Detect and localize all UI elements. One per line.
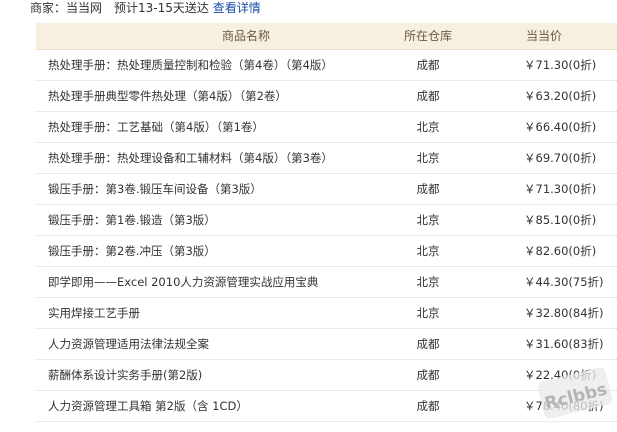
header-warehouse: 所在仓库 [403, 29, 452, 43]
price: ￥31.60(83折) [524, 337, 604, 351]
order-items-table: 商品名称 所在仓库 当当价 热处理手册：热处理质量控制和检验（第4卷）（第4版）… [36, 23, 617, 422]
seller-label: 商家：当当网 [30, 1, 103, 15]
price: ￥63.20(0折) [524, 89, 597, 103]
table-row: 锻压手册：第1卷.锻造（第3版） 北京 ￥85.10(0折) [36, 205, 617, 236]
table-row: 热处理手册典型零件热处理（第4版）（第2卷） 成都 ￥63.20(0折) [36, 81, 617, 112]
price: ￥82.60(0折) [524, 244, 597, 258]
product-name[interactable]: 热处理手册：热处理设备和工辅材料（第4版）（第3卷） [36, 143, 386, 173]
header-product-name: 商品名称 [221, 29, 270, 43]
table-header: 商品名称 所在仓库 当当价 [36, 23, 617, 50]
warehouse: 成都 [416, 368, 440, 382]
product-name[interactable]: 热处理手册：热处理质量控制和检验（第4卷）（第4版） [36, 50, 386, 80]
price: ￥71.30(0折) [524, 182, 597, 196]
product-name[interactable]: 热处理手册：工艺基础（第4版）（第1卷） [36, 112, 386, 142]
table-row: 薪酬体系设计实务手册(第2版) 成都 ￥22.40(0折) [36, 360, 617, 391]
delivery-estimate: 预计13-15天送达 [114, 1, 209, 15]
price: ￥66.40(0折) [524, 120, 597, 134]
view-details-link[interactable]: 查看详情 [213, 1, 261, 15]
warehouse: 成都 [416, 399, 440, 413]
product-name[interactable]: 实用焊接工艺手册 [36, 298, 386, 328]
product-name[interactable]: 锻压手册：第1卷.锻造（第3版） [36, 205, 386, 235]
price: ￥22.40(0折) [524, 368, 597, 382]
table-row: 热处理手册：热处理质量控制和检验（第4卷）（第4版） 成都 ￥71.30(0折) [36, 50, 617, 81]
product-name[interactable]: 薪酬体系设计实务手册(第2版) [36, 360, 386, 390]
price: ￥69.70(0折) [524, 151, 597, 165]
table-row: 锻压手册：第2卷.冲压（第3版） 北京 ￥82.60(0折) [36, 236, 617, 267]
table-row: 即学即用——Excel 2010人力资源管理实战应用宝典 北京 ￥44.30(7… [36, 267, 617, 298]
table-row: 锻压手册：第3卷.锻压车间设备（第3版） 成都 ￥71.30(0折) [36, 174, 617, 205]
table-row: 人力资源管理工具箱 第2版（含 1CD） 成都 ￥78.40(80折) [36, 391, 617, 422]
warehouse: 成都 [416, 89, 440, 103]
warehouse: 北京 [416, 244, 440, 258]
warehouse: 成都 [416, 58, 440, 72]
product-name[interactable]: 热处理手册典型零件热处理（第4版）（第2卷） [36, 81, 386, 111]
product-name[interactable]: 人力资源管理适用法律法规全案 [36, 329, 386, 359]
warehouse: 北京 [416, 213, 440, 227]
price: ￥71.30(0折) [524, 58, 597, 72]
price: ￥78.40(80折) [524, 399, 604, 413]
table-row: 人力资源管理适用法律法规全案 成都 ￥31.60(83折) [36, 329, 617, 360]
product-name[interactable]: 即学即用——Excel 2010人力资源管理实战应用宝典 [36, 267, 386, 297]
warehouse: 成都 [416, 337, 440, 351]
warehouse: 成都 [416, 182, 440, 196]
price: ￥44.30(75折) [524, 275, 604, 289]
warehouse: 北京 [416, 120, 440, 134]
table-row: 热处理手册：热处理设备和工辅材料（第4版）（第3卷） 北京 ￥69.70(0折) [36, 143, 617, 174]
seller-info-line: 商家：当当网 预计13-15天送达 查看详情 [30, 0, 261, 18]
warehouse: 北京 [416, 151, 440, 165]
product-name[interactable]: 人力资源管理工具箱 第2版（含 1CD） [36, 391, 386, 421]
table-row: 实用焊接工艺手册 北京 ￥32.80(84折) [36, 298, 617, 329]
table-body: 热处理手册：热处理质量控制和检验（第4卷）（第4版） 成都 ￥71.30(0折)… [36, 50, 617, 422]
product-name[interactable]: 锻压手册：第2卷.冲压（第3版） [36, 236, 386, 266]
price: ￥85.10(0折) [524, 213, 597, 227]
table-row: 热处理手册：工艺基础（第4版）（第1卷） 北京 ￥66.40(0折) [36, 112, 617, 143]
warehouse: 北京 [416, 275, 440, 289]
product-name[interactable]: 锻压手册：第3卷.锻压车间设备（第3版） [36, 174, 386, 204]
header-price: 当当价 [526, 29, 563, 43]
price: ￥32.80(84折) [524, 306, 604, 320]
warehouse: 北京 [416, 306, 440, 320]
